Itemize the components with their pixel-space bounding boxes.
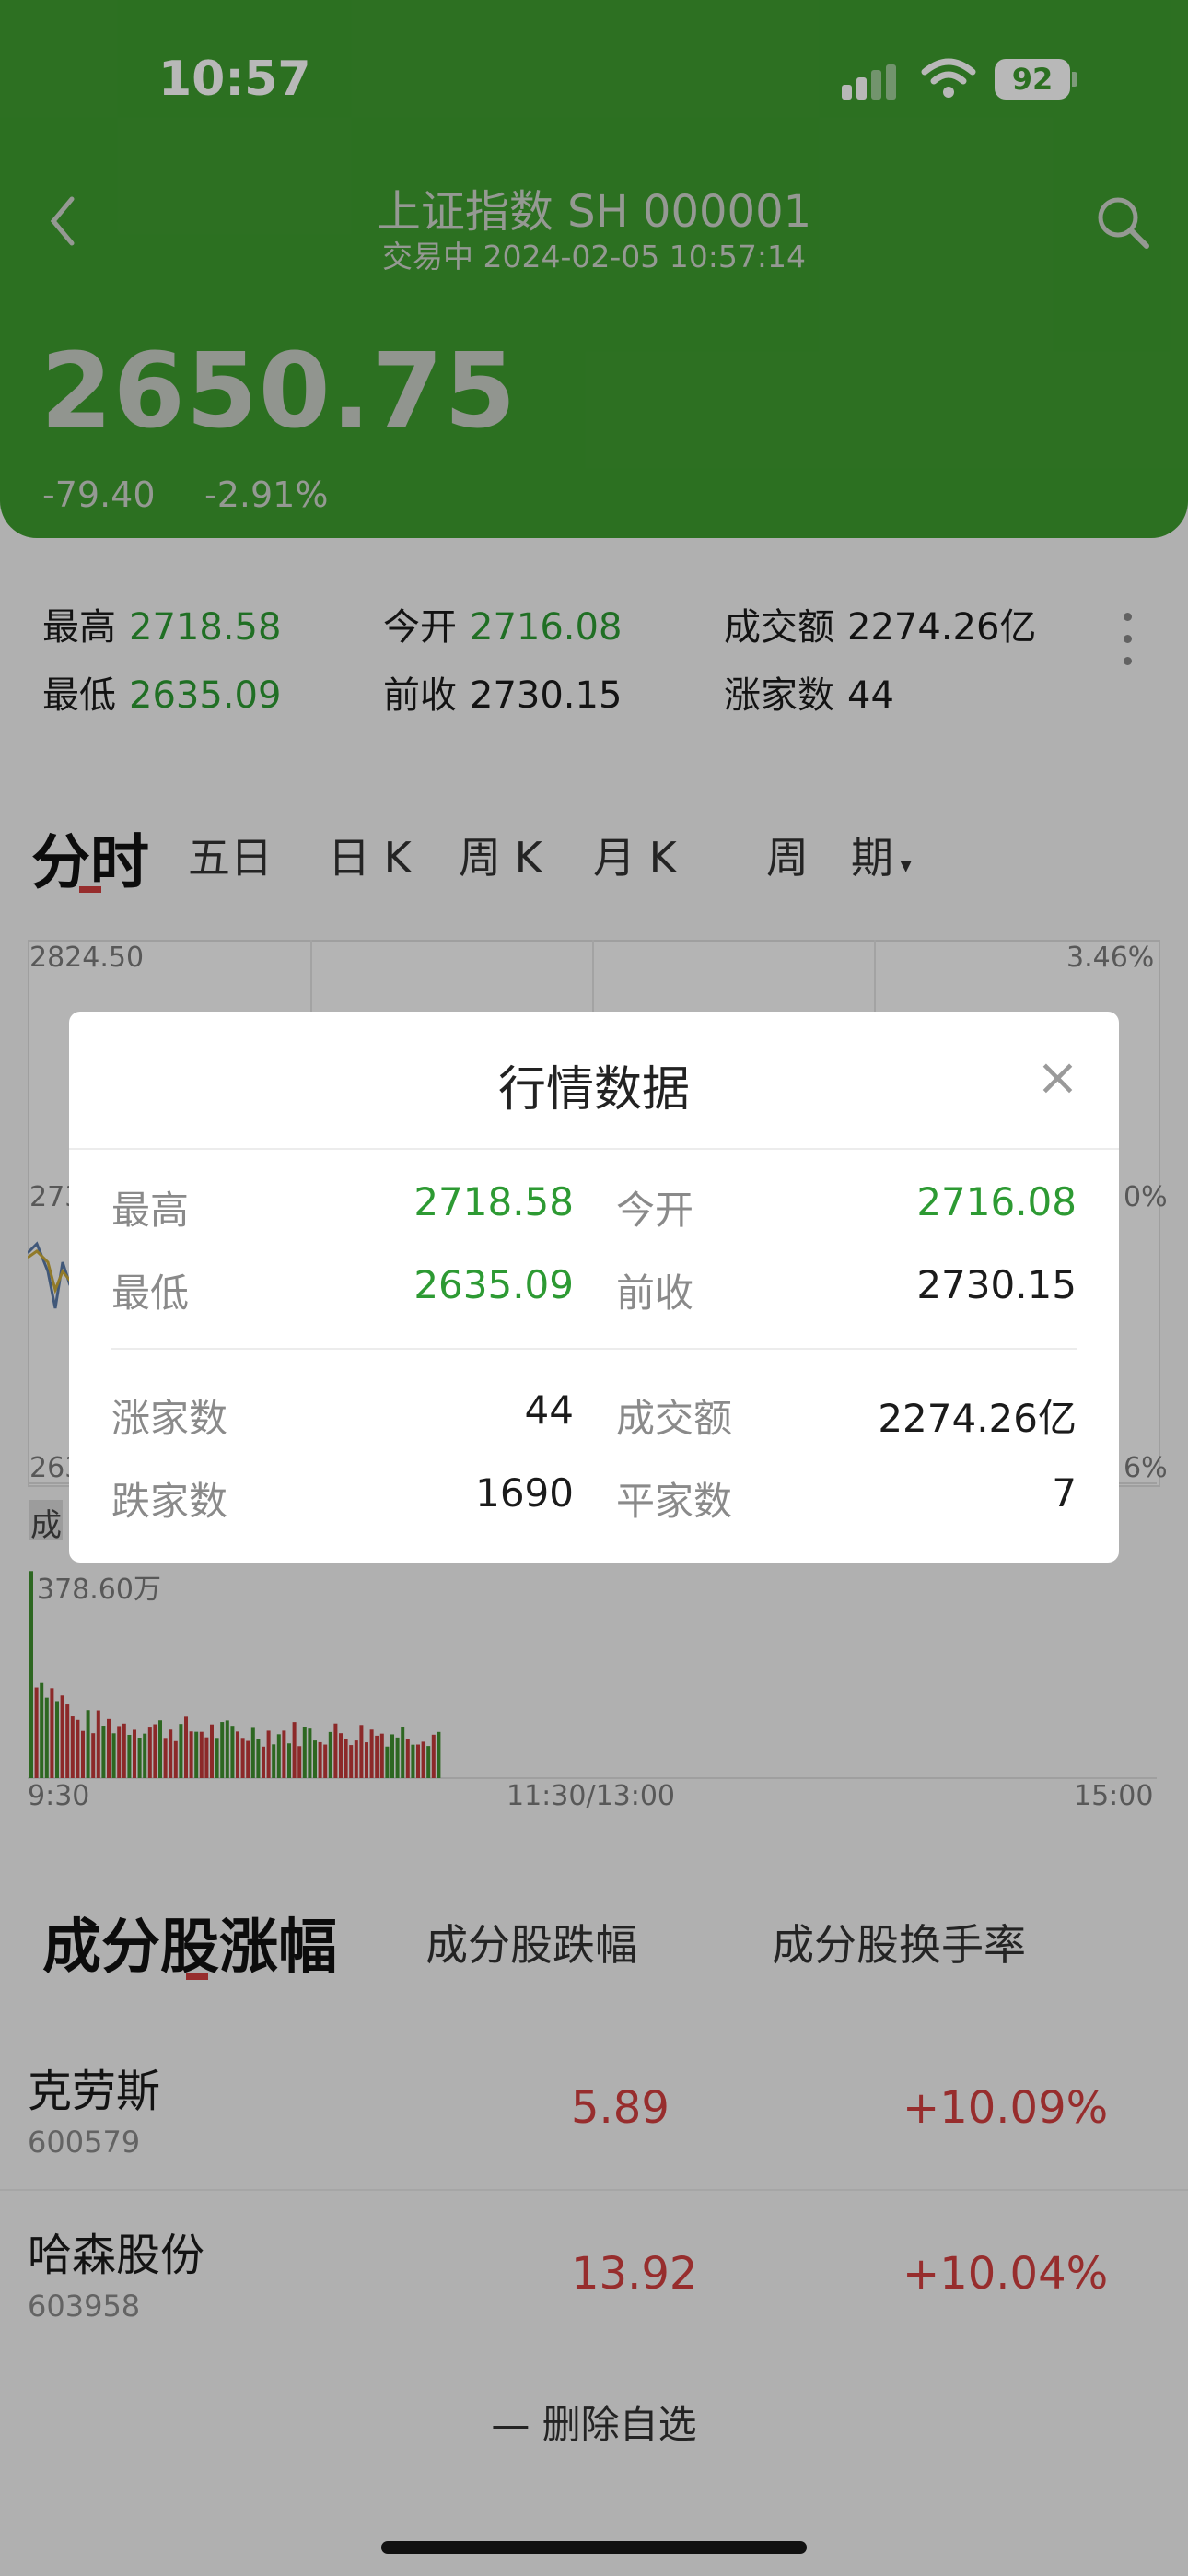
modal-title: 行情数据 [497,1062,690,1118]
modal-flat-label: 平家数 [616,1479,733,1524]
modal-high-value: 2718.58 [413,1179,574,1224]
close-icon[interactable]: × [1036,1052,1079,1104]
modal-up-label: 涨家数 [111,1396,228,1441]
modal-turnover-value: 2274.26亿 [878,1396,1077,1441]
modal-flat-value: 7 [1052,1470,1077,1516]
modal-prev-label: 前收 [616,1270,694,1316]
modal-low-value: 2635.09 [413,1262,574,1307]
modal-prev-value: 2730.15 [916,1262,1077,1307]
modal-turnover-label: 成交额 [616,1396,733,1441]
modal-high-label: 最高 [111,1188,190,1233]
modal-down-value: 1690 [475,1470,574,1516]
modal-divider [69,1148,1119,1150]
modal-open-label: 今开 [616,1188,694,1233]
modal-section-divider [111,1348,1077,1350]
modal-down-label: 跌家数 [111,1479,228,1524]
modal-low-label: 最低 [111,1270,190,1316]
modal-open-value: 2716.08 [916,1179,1077,1224]
home-indicator[interactable] [381,2541,807,2554]
market-data-modal: 行情数据 × 最高 2718.58 今开 2716.08 最低 2635.09 … [69,1012,1119,1563]
modal-up-value: 44 [524,1388,574,1433]
